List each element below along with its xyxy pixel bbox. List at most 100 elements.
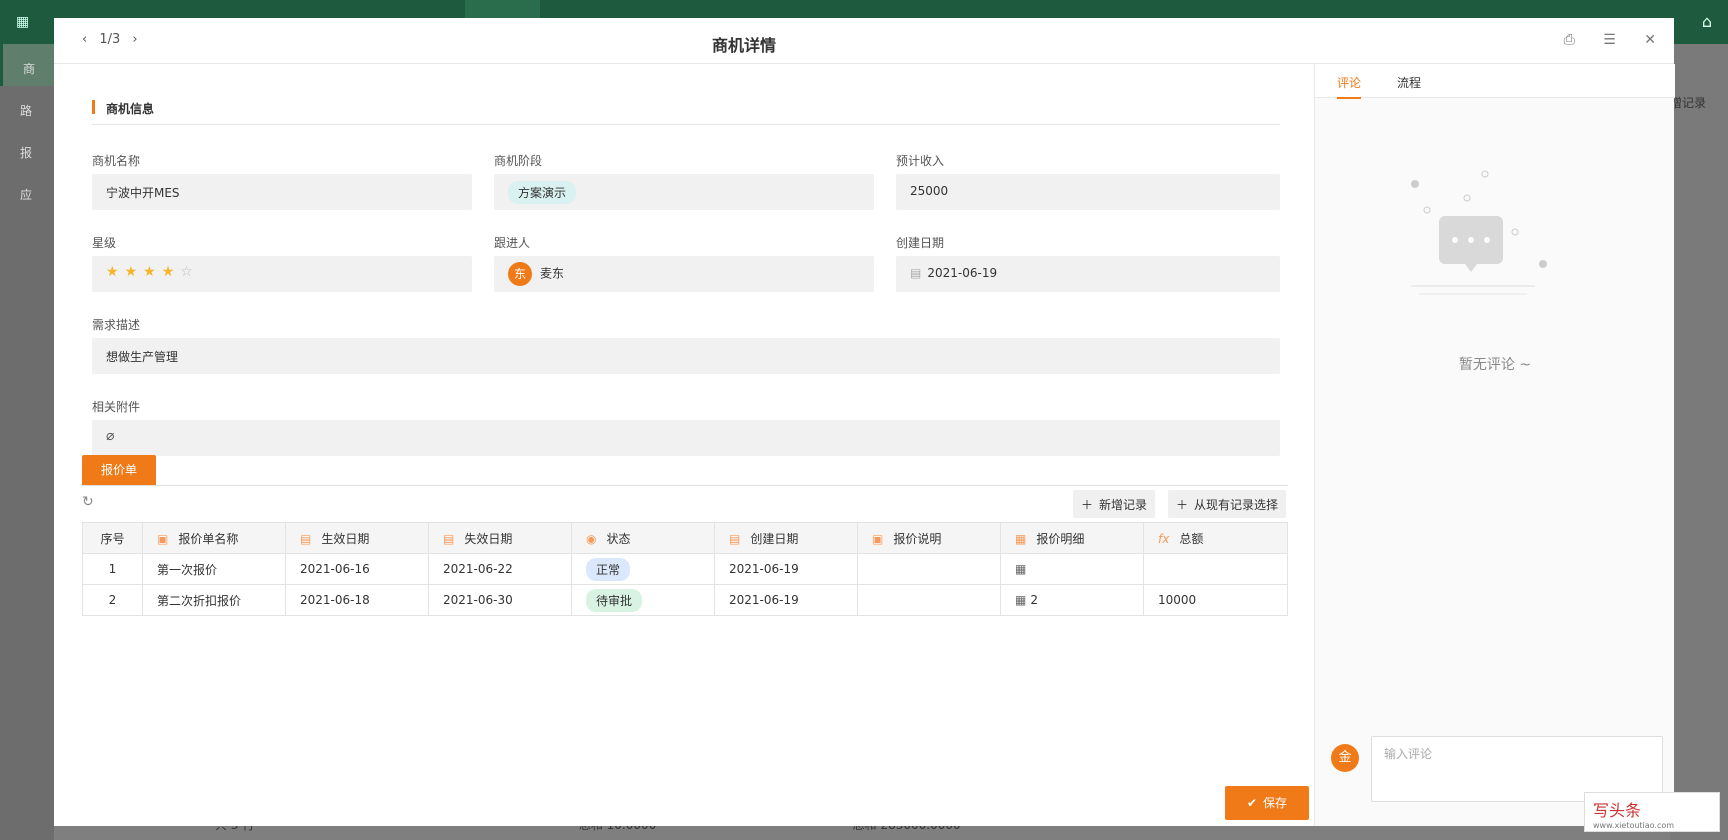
requirement-label: 需求描述 xyxy=(92,318,141,332)
sidebar-item[interactable]: 报 xyxy=(0,128,54,170)
tab-comments[interactable]: 评论 xyxy=(1337,74,1362,99)
add-record-button[interactable]: ＋ 新增记录 xyxy=(1073,490,1156,518)
cell-start[interactable]: 2021-06-16 xyxy=(285,553,429,585)
col-header-label: 状态 xyxy=(606,531,631,546)
col-header-label: 总额 xyxy=(1179,531,1204,546)
cell-end[interactable]: 2021-06-22 xyxy=(428,553,572,585)
cell-status[interactable]: 正常 xyxy=(571,553,715,585)
owner-avatar: 东 xyxy=(508,262,532,286)
text-field-icon: ▣ xyxy=(157,531,169,546)
col-header[interactable]: ▤ 失效日期 xyxy=(428,522,572,554)
section-title: 商机信息 xyxy=(92,100,154,117)
cell-name[interactable]: 第一次报价 xyxy=(142,553,286,585)
col-header[interactable]: ▣ 报价单名称 xyxy=(142,522,286,554)
tab-workflow[interactable]: 流程 xyxy=(1397,74,1421,91)
col-header[interactable]: 序号 xyxy=(82,522,143,554)
cell-created[interactable]: 2021-06-19 xyxy=(714,553,858,585)
option-field-icon: ◉ xyxy=(586,531,597,546)
detail-form: 商机信息 商机名称 宁波中开MES 商机阶段 方案演示 预计收入 25000 星… xyxy=(54,64,1314,794)
revenue-field[interactable]: 25000 xyxy=(896,174,1280,210)
status-badge: 正常 xyxy=(586,557,631,581)
date-field-icon: ▤ xyxy=(729,531,741,546)
formula-field-icon: fx xyxy=(1158,531,1170,546)
table-header-row: 序号 ▣ 报价单名称 ▤ 生效日期 ▤ 失效日期 ◉ 状态 ▤ 创建日期 ▣ 报价说明 ▦ 报… xyxy=(82,522,1288,554)
stage-pill: 方案演示 xyxy=(508,181,577,204)
print-icon[interactable]: ⎙ xyxy=(1564,32,1575,48)
attachments-label: 相关附件 xyxy=(92,400,141,414)
col-header-label: 报价明细 xyxy=(1036,531,1085,546)
rating-field[interactable]: ★ ★ ★ ★ ☆ xyxy=(92,256,472,292)
star-empty-icon[interactable]: ☆ xyxy=(180,264,193,280)
cell-name[interactable]: 第二次折扣报价 xyxy=(142,584,286,616)
add-record-label: 新增记录 xyxy=(1099,498,1148,512)
plus-icon: ＋ xyxy=(1081,498,1094,512)
created-field[interactable]: ▤ 2021-06-19 xyxy=(896,256,1280,292)
cell-detail[interactable]: ▦ xyxy=(1000,553,1144,585)
quotes-table: 序号 ▣ 报价单名称 ▤ 生效日期 ▤ 失效日期 ◉ 状态 ▤ 创建日期 ▣ 报价说明 ▦ 报… xyxy=(82,522,1288,616)
col-header-label: 创建日期 xyxy=(750,531,799,546)
stage-field[interactable]: 方案演示 xyxy=(494,174,874,210)
star-filled-icon[interactable]: ★ xyxy=(143,264,156,280)
cell-status[interactable]: 待审批 xyxy=(571,584,715,616)
sidebar-item[interactable]: 应 xyxy=(0,170,54,212)
cell-no: 2 xyxy=(82,584,143,616)
col-header[interactable]: ◉ 状态 xyxy=(571,522,715,554)
choose-existing-button[interactable]: ＋ 从现有记录选择 xyxy=(1168,490,1287,518)
watermark-url: www.xietoutiao.com xyxy=(1593,821,1675,830)
tab-quotes[interactable]: 报价单 xyxy=(82,455,156,485)
paperclip-icon[interactable]: ⌀ xyxy=(106,428,114,444)
cell-note[interactable] xyxy=(857,584,1001,616)
background-right-area: 增记录 xyxy=(1670,44,1728,840)
table-row[interactable]: 1 第一次报价 2021-06-16 2021-06-22 正常 2021-06… xyxy=(82,553,1288,585)
home-icon[interactable]: ⌂ xyxy=(1702,12,1712,31)
watermark-logo: 写头条 www.xietoutiao.com xyxy=(1584,792,1720,832)
star-filled-icon[interactable]: ★ xyxy=(106,264,119,280)
cell-detail[interactable]: ▦ 2 xyxy=(1000,584,1144,616)
cell-end[interactable]: 2021-06-30 xyxy=(428,584,572,616)
check-circle-icon: ✔ xyxy=(1246,796,1258,810)
col-header[interactable]: fx 总额 xyxy=(1143,522,1288,554)
save-button[interactable]: ✔ 保存 xyxy=(1225,786,1309,820)
collapse-panel-icon[interactable]: ☰ xyxy=(1603,32,1616,48)
close-icon[interactable]: ✕ xyxy=(1644,32,1656,48)
opportunity-detail-modal: ‹ 1/3 › 商机详情 ⎙ ☰ ✕ 商机信息 商机名称 宁波中开MES 商机阶… xyxy=(54,18,1675,826)
col-header[interactable]: ▣ 报价说明 xyxy=(857,522,1001,554)
requirement-field[interactable]: 想做生产管理 xyxy=(92,338,1280,374)
star-filled-icon[interactable]: ★ xyxy=(125,264,138,280)
cell-start[interactable]: 2021-06-18 xyxy=(285,584,429,616)
rating-label: 星级 xyxy=(92,236,117,250)
sidebar-item[interactable]: 商 xyxy=(0,44,54,86)
col-header[interactable]: ▦ 报价明细 xyxy=(1000,522,1144,554)
table-icon[interactable]: ▦ xyxy=(1015,562,1026,576)
sidebar-item[interactable]: 路 xyxy=(0,86,54,128)
cell-no: 1 xyxy=(82,553,143,585)
modal-title: 商机详情 xyxy=(711,36,776,55)
cell-total: 10000 xyxy=(1143,584,1288,616)
status-badge: 待审批 xyxy=(586,588,643,612)
empty-comments-illustration xyxy=(1411,170,1547,295)
owner-name: 麦东 xyxy=(540,266,565,281)
plus-icon: ＋ xyxy=(1176,498,1189,512)
modal-toolbar: ⎙ ☰ ✕ xyxy=(1540,32,1656,48)
app-grid-icon[interactable]: ▦ xyxy=(16,14,32,30)
col-header[interactable]: ▤ 生效日期 xyxy=(285,522,429,554)
watermark-text: 写头条 xyxy=(1593,801,1642,820)
background-add-record-label: 增记录 xyxy=(1670,96,1707,110)
revenue-label: 预计收入 xyxy=(896,154,945,168)
col-header[interactable]: ▤ 创建日期 xyxy=(714,522,858,554)
cell-created[interactable]: 2021-06-19 xyxy=(714,584,858,616)
comments-panel: 评论 流程 暂无评论 ~ 金 输入评论 xyxy=(1314,64,1675,826)
star-filled-icon[interactable]: ★ xyxy=(162,264,175,280)
current-user-avatar: 金 xyxy=(1331,744,1359,772)
created-label: 创建日期 xyxy=(896,236,945,250)
owner-field[interactable]: 东麦东 xyxy=(494,256,874,292)
name-label: 商机名称 xyxy=(92,154,141,168)
cell-note[interactable] xyxy=(857,553,1001,585)
table-row[interactable]: 2 第二次折扣报价 2021-06-18 2021-06-30 待审批 2021… xyxy=(82,584,1288,616)
col-header-label: 生效日期 xyxy=(321,531,370,546)
table-icon[interactable]: ▦ xyxy=(1015,593,1026,607)
attachments-field[interactable]: ⌀ xyxy=(92,420,1280,456)
refresh-icon[interactable]: ↻ xyxy=(82,494,94,510)
name-field[interactable]: 宁波中开MES xyxy=(92,174,472,210)
comments-tabs: 评论 流程 xyxy=(1315,64,1675,99)
